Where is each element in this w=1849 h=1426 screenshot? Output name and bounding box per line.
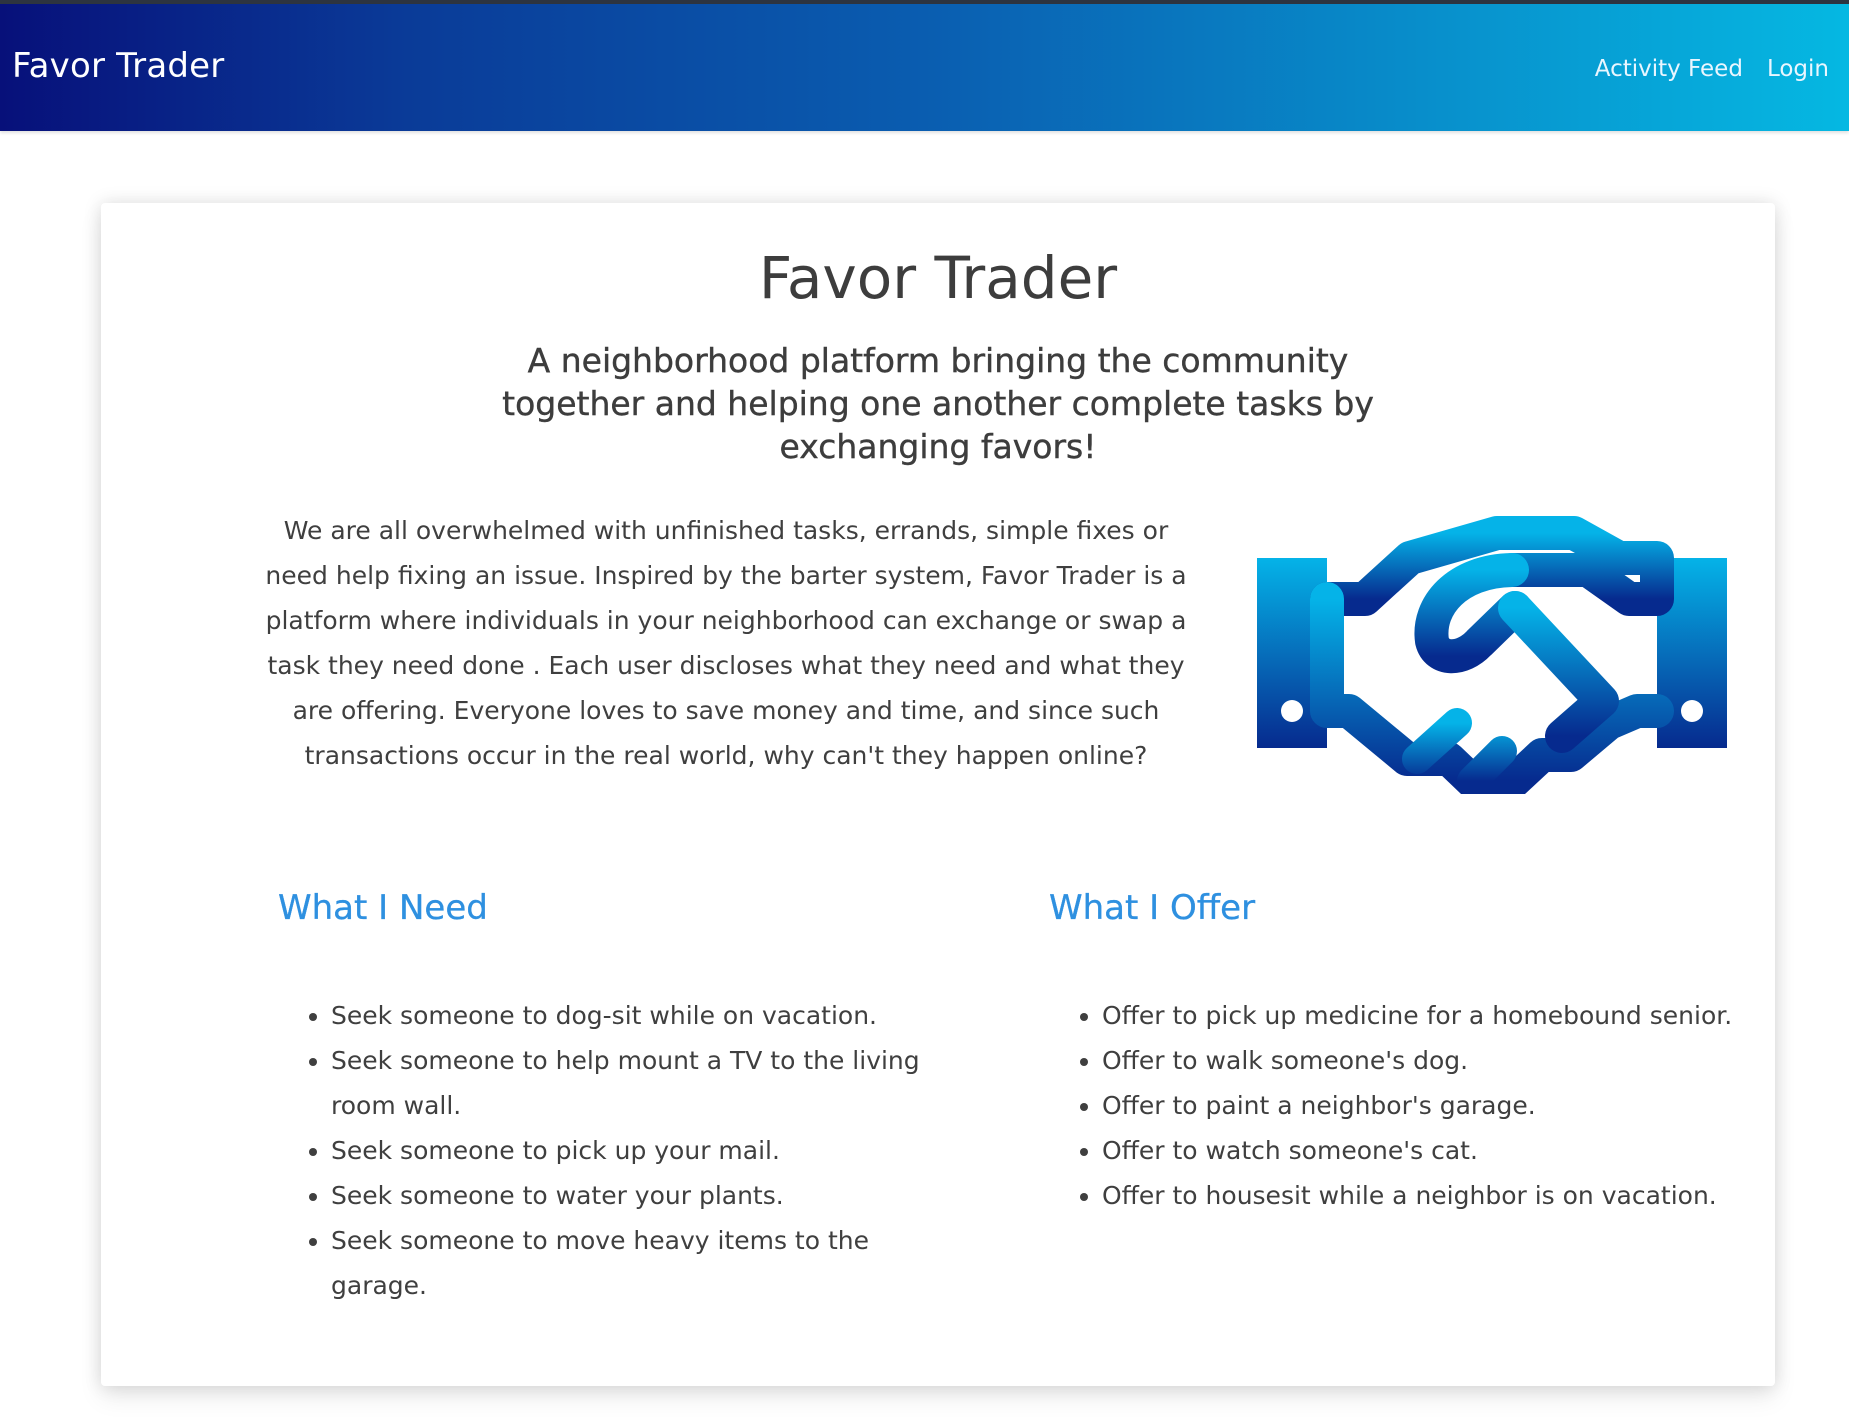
need-item: Seek someone to help mount a TV to the l… [331,1038,961,1128]
need-item: Seek someone to dog-sit while on vacatio… [331,993,961,1038]
what-i-offer-heading: What I Offer [1049,888,1256,928]
offer-item: Offer to watch someone's cat. [1102,1128,1752,1173]
offer-item: Offer to housesit while a neighbor is on… [1102,1173,1752,1218]
brand-link[interactable]: Favor Trader [12,46,224,86]
page-title: Favor Trader [758,244,1118,312]
offer-list: Offer to pick up medicine for a homeboun… [1072,993,1752,1218]
page-subtitle: A neighborhood platform bringing the com… [502,341,1374,466]
intro-paragraph: We are all overwhelmed with unfinished t… [265,516,1187,770]
intro-card: Favor Trader A neighborhood platform bri… [101,203,1775,1386]
what-i-need-heading: What I Need [278,888,488,928]
handshake-icon [1257,516,1727,794]
nav-activity-feed[interactable]: Activity Feed [1595,54,1743,84]
need-list: Seek someone to dog-sit while on vacatio… [301,993,961,1308]
nav-login[interactable]: Login [1767,54,1829,84]
need-item: Seek someone to pick up your mail. [331,1128,961,1173]
offer-item: Offer to pick up medicine for a homeboun… [1102,993,1752,1038]
need-item: Seek someone to water your plants. [331,1173,961,1218]
top-navbar: Favor Trader Activity Feed Login [0,0,1849,131]
nav-links: Activity Feed Login [1595,54,1829,84]
need-item: Seek someone to move heavy items to the … [331,1218,961,1308]
offer-item: Offer to walk someone's dog. [1102,1038,1752,1083]
offer-item: Offer to paint a neighbor's garage. [1102,1083,1752,1128]
